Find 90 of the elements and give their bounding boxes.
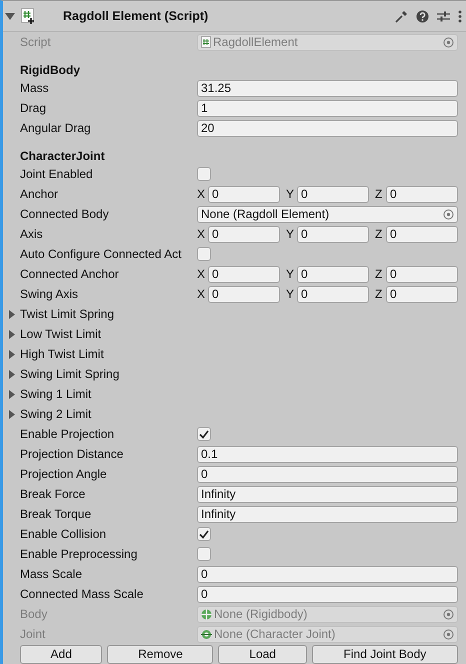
axis-label: X: [197, 286, 206, 302]
expand-arrow-icon[interactable]: [7, 330, 16, 338]
input-field[interactable]: 0: [208, 286, 280, 302]
axis-label: Y: [286, 186, 296, 202]
field-label: Connected Anchor: [20, 266, 120, 282]
axis-label: Y: [286, 226, 296, 242]
input-field[interactable]: 0: [386, 266, 458, 282]
checkbox[interactable]: [197, 427, 211, 441]
axis-label: X: [197, 266, 206, 282]
input-field[interactable]: 0: [197, 566, 458, 582]
foldout[interactable]: Twist Limit Spring: [7, 306, 114, 322]
axis-label: X: [197, 186, 206, 202]
input-field[interactable]: 0: [208, 186, 280, 202]
input-field[interactable]: Infinity: [197, 486, 458, 502]
input-field[interactable]: 0: [297, 286, 369, 302]
section-header: CharacterJoint: [20, 149, 105, 164]
checkbox[interactable]: [197, 167, 211, 181]
axis-label: Z: [375, 286, 384, 302]
input-field[interactable]: 0: [297, 266, 369, 282]
field-label: Joint: [20, 626, 46, 642]
axis-label: Z: [375, 226, 384, 242]
field-label: Auto Configure Connected Act: [20, 246, 182, 262]
checkbox[interactable]: [197, 547, 211, 561]
expand-arrow-icon[interactable]: [7, 390, 16, 398]
axis-label: X: [197, 226, 206, 242]
object-field[interactable]: None (Ragdoll Element): [197, 206, 458, 222]
foldout[interactable]: Swing 2 Limit: [7, 406, 92, 422]
field-label: Script: [20, 34, 52, 50]
field-label: Mass Scale: [20, 566, 84, 582]
field-label: Enable Preprocessing: [20, 546, 138, 562]
axis-label: Z: [375, 266, 384, 282]
object-picker-icon[interactable]: [443, 208, 454, 220]
axis-label: Z: [375, 186, 384, 202]
expand-arrow-icon[interactable]: [7, 370, 16, 378]
foldout[interactable]: Swing 1 Limit: [7, 386, 92, 402]
field-label: Enable Collision: [20, 526, 108, 542]
input-field[interactable]: 0: [197, 586, 458, 602]
expand-arrow-icon[interactable]: [7, 350, 16, 358]
field-label: Angular Drag: [20, 120, 92, 136]
settings-sliders-icon[interactable]: [437, 10, 450, 22]
component-title: Ragdoll Element (Script): [63, 8, 210, 24]
input-field[interactable]: Infinity: [197, 506, 458, 522]
field-label: Mass: [20, 80, 50, 96]
field-label: Projection Distance: [20, 446, 124, 462]
foldout[interactable]: High Twist Limit: [7, 346, 104, 362]
field-label: Axis: [20, 226, 44, 242]
field-label: Swing Axis: [20, 286, 80, 302]
script-icon: [21, 8, 35, 24]
input-field[interactable]: 0: [297, 226, 369, 242]
action-button[interactable]: Remove: [107, 645, 214, 664]
input-field[interactable]: 0: [208, 266, 280, 282]
axis-label: Y: [286, 266, 296, 282]
input-field[interactable]: 0: [386, 286, 458, 302]
rigidbody-icon: [201, 608, 212, 620]
field-label: Enable Projection: [20, 426, 116, 442]
input-field[interactable]: 31.25: [197, 80, 458, 96]
foldout[interactable]: Swing Limit Spring: [7, 366, 120, 382]
field-label: Connected Mass Scale: [20, 586, 144, 602]
field-label: Projection Angle: [20, 466, 108, 482]
axis-label: Y: [286, 286, 296, 302]
input-field[interactable]: 0: [197, 466, 458, 482]
section-header: RigidBody: [20, 63, 80, 78]
checkbox[interactable]: [197, 247, 211, 261]
collapse-icon[interactable]: [5, 11, 15, 21]
input-field[interactable]: 0: [386, 226, 458, 242]
action-button[interactable]: Load: [218, 645, 307, 664]
field-label: Body: [20, 606, 48, 622]
input-field[interactable]: 0: [208, 226, 280, 242]
action-button[interactable]: Find Joint Body: [312, 645, 458, 664]
field-label: Joint Enabled: [20, 166, 94, 182]
script-icon: [201, 36, 211, 48]
more-icon[interactable]: [458, 10, 462, 22]
action-button[interactable]: Add: [20, 645, 102, 664]
expand-arrow-icon[interactable]: [7, 410, 16, 418]
field-label: Drag: [20, 100, 48, 116]
eyedropper-icon[interactable]: [395, 10, 408, 22]
foldout[interactable]: Low Twist Limit: [7, 326, 102, 342]
input-field[interactable]: 20: [197, 120, 458, 136]
field-label: Anchor: [20, 186, 60, 202]
input-field[interactable]: 0.1: [197, 446, 458, 462]
field-label: Connected Body: [20, 206, 110, 222]
expand-arrow-icon[interactable]: [7, 310, 16, 318]
help-icon[interactable]: [416, 10, 429, 22]
field-label: Break Force: [20, 486, 86, 502]
input-field[interactable]: 0: [297, 186, 369, 202]
checkbox[interactable]: [197, 527, 211, 541]
input-field[interactable]: 1: [197, 100, 458, 116]
field-label: Break Torque: [20, 506, 92, 522]
input-field[interactable]: 0: [386, 186, 458, 202]
joint-icon: [201, 628, 212, 640]
